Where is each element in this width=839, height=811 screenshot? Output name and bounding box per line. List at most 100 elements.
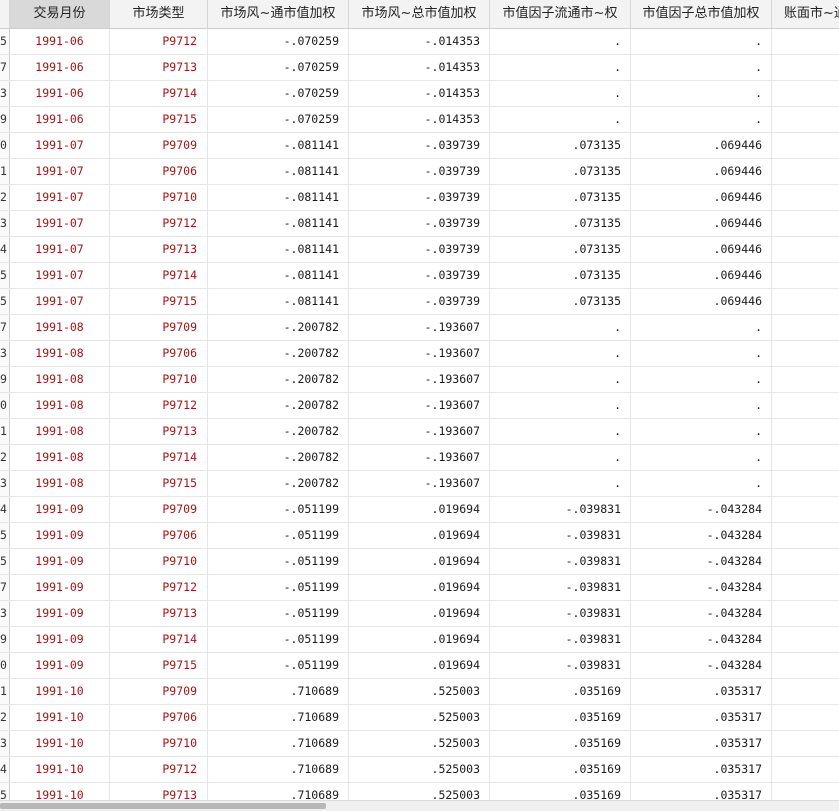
cell-market-float-weighted[interactable]: -.200782 [208, 393, 349, 418]
row-number[interactable]: 5 [0, 289, 10, 314]
cell-book-to-market[interactable] [772, 289, 839, 314]
row-number[interactable]: 3 [0, 601, 10, 626]
cell-market-total-weighted[interactable]: -.193607 [349, 445, 490, 470]
cell-market-type[interactable]: P9714 [110, 445, 208, 470]
cell-trade-month[interactable]: 1991-07 [10, 133, 110, 158]
table-row[interactable]: 4 1991-07 P9713 -.081141 -.039739.073135.069… [0, 237, 839, 263]
cell-market-float-weighted[interactable]: -.081141 [208, 211, 349, 236]
cell-market-total-weighted[interactable]: -.039739 [349, 211, 490, 236]
cell-market-total-weighted[interactable]: -.014353 [349, 55, 490, 80]
cell-size-total-weighted[interactable]: -.043284 [631, 627, 772, 652]
table-row[interactable]: 4 1991-09 P9709 -.051199.019694 -.039831 -.04… [0, 497, 839, 523]
cell-market-total-weighted[interactable]: -.193607 [349, 393, 490, 418]
scrollbar-thumb[interactable] [0, 803, 326, 809]
cell-market-type[interactable]: P9706 [110, 341, 208, 366]
cell-trade-month[interactable]: 1991-09 [10, 653, 110, 678]
cell-market-type[interactable]: P9712 [110, 211, 208, 236]
cell-size-float-weighted[interactable]: . [490, 367, 631, 392]
cell-book-to-market[interactable] [772, 185, 839, 210]
cell-size-float-weighted[interactable]: .035169 [490, 679, 631, 704]
cell-trade-month[interactable]: 1991-06 [10, 107, 110, 132]
row-number[interactable]: 9 [0, 367, 10, 392]
row-number[interactable]: 5 [0, 549, 10, 574]
table-row[interactable]: 9 1991-08 P9710 -.200782 -.193607.. [0, 367, 839, 393]
cell-market-float-weighted[interactable]: -.200782 [208, 419, 349, 444]
column-header-size-total-weighted[interactable]: 市值因子总市值加权 [631, 0, 772, 28]
cell-size-total-weighted[interactable]: . [631, 29, 772, 54]
cell-size-total-weighted[interactable]: .035317 [631, 705, 772, 730]
cell-size-float-weighted[interactable]: . [490, 445, 631, 470]
cell-market-float-weighted[interactable]: -.081141 [208, 237, 349, 262]
cell-trade-month[interactable]: 1991-10 [10, 679, 110, 704]
cell-size-total-weighted[interactable]: -.043284 [631, 497, 772, 522]
cell-market-total-weighted[interactable]: .019694 [349, 575, 490, 600]
cell-size-total-weighted[interactable]: . [631, 315, 772, 340]
cell-size-float-weighted[interactable]: .073135 [490, 211, 631, 236]
cell-trade-month[interactable]: 1991-10 [10, 705, 110, 730]
cell-market-type[interactable]: P9713 [110, 237, 208, 262]
cell-market-total-weighted[interactable]: -.014353 [349, 107, 490, 132]
table-row[interactable]: 3 1991-08 P9715 -.200782 -.193607.. [0, 471, 839, 497]
cell-trade-month[interactable]: 1991-09 [10, 575, 110, 600]
row-number[interactable]: 7 [0, 575, 10, 600]
cell-trade-month[interactable]: 1991-09 [10, 523, 110, 548]
cell-size-total-weighted[interactable]: -.043284 [631, 549, 772, 574]
cell-book-to-market[interactable] [772, 445, 839, 470]
cell-trade-month[interactable]: 1991-08 [10, 315, 110, 340]
cell-market-total-weighted[interactable]: .019694 [349, 523, 490, 548]
cell-book-to-market[interactable] [772, 783, 839, 800]
cell-book-to-market[interactable] [772, 393, 839, 418]
row-number[interactable]: 0 [0, 393, 10, 418]
cell-size-float-weighted[interactable]: .035169 [490, 757, 631, 782]
cell-size-float-weighted[interactable]: -.039831 [490, 627, 631, 652]
cell-market-float-weighted[interactable]: -.200782 [208, 471, 349, 496]
cell-size-total-weighted[interactable]: . [631, 471, 772, 496]
cell-market-type[interactable]: P9709 [110, 679, 208, 704]
cell-trade-month[interactable]: 1991-08 [10, 445, 110, 470]
row-number[interactable]: 1 [0, 159, 10, 184]
cell-size-float-weighted[interactable]: .073135 [490, 133, 631, 158]
cell-trade-month[interactable]: 1991-07 [10, 185, 110, 210]
cell-size-float-weighted[interactable]: -.039831 [490, 549, 631, 574]
cell-market-float-weighted[interactable]: -.051199 [208, 601, 349, 626]
cell-trade-month[interactable]: 1991-07 [10, 237, 110, 262]
cell-size-total-weighted[interactable]: . [631, 107, 772, 132]
cell-book-to-market[interactable] [772, 237, 839, 262]
cell-size-total-weighted[interactable]: . [631, 393, 772, 418]
cell-size-total-weighted[interactable]: -.043284 [631, 601, 772, 626]
cell-market-type[interactable]: P9714 [110, 263, 208, 288]
cell-size-float-weighted[interactable]: -.039831 [490, 497, 631, 522]
cell-size-float-weighted[interactable]: .073135 [490, 159, 631, 184]
cell-market-type[interactable]: P9712 [110, 29, 208, 54]
cell-market-type[interactable]: P9713 [110, 419, 208, 444]
row-number[interactable]: 4 [0, 497, 10, 522]
cell-size-float-weighted[interactable]: -.039831 [490, 523, 631, 548]
cell-size-float-weighted[interactable]: .073135 [490, 185, 631, 210]
cell-size-float-weighted[interactable]: . [490, 55, 631, 80]
cell-size-float-weighted[interactable]: -.039831 [490, 653, 631, 678]
cell-size-float-weighted[interactable]: . [490, 393, 631, 418]
cell-market-total-weighted[interactable]: .019694 [349, 627, 490, 652]
cell-market-float-weighted[interactable]: -.051199 [208, 653, 349, 678]
cell-market-type[interactable]: P9710 [110, 731, 208, 756]
cell-market-float-weighted[interactable]: .710689 [208, 757, 349, 782]
cell-market-float-weighted[interactable]: .710689 [208, 705, 349, 730]
row-number[interactable]: 2 [0, 185, 10, 210]
cell-book-to-market[interactable] [772, 211, 839, 236]
cell-market-type[interactable]: P9706 [110, 705, 208, 730]
cell-book-to-market[interactable] [772, 133, 839, 158]
cell-market-float-weighted[interactable]: -.081141 [208, 289, 349, 314]
cell-market-total-weighted[interactable]: -.014353 [349, 81, 490, 106]
cell-size-total-weighted[interactable]: .069446 [631, 211, 772, 236]
cell-book-to-market[interactable] [772, 653, 839, 678]
cell-size-total-weighted[interactable]: -.043284 [631, 523, 772, 548]
cell-trade-month[interactable]: 1991-08 [10, 471, 110, 496]
row-number[interactable]: 5 [0, 263, 10, 288]
cell-trade-month[interactable]: 1991-06 [10, 81, 110, 106]
column-header-trade-month[interactable]: 交易月份 [10, 0, 110, 28]
cell-size-total-weighted[interactable]: .069446 [631, 159, 772, 184]
cell-market-float-weighted[interactable]: .710689 [208, 783, 349, 800]
cell-size-float-weighted[interactable]: . [490, 341, 631, 366]
cell-book-to-market[interactable] [772, 263, 839, 288]
cell-size-float-weighted[interactable]: . [490, 107, 631, 132]
